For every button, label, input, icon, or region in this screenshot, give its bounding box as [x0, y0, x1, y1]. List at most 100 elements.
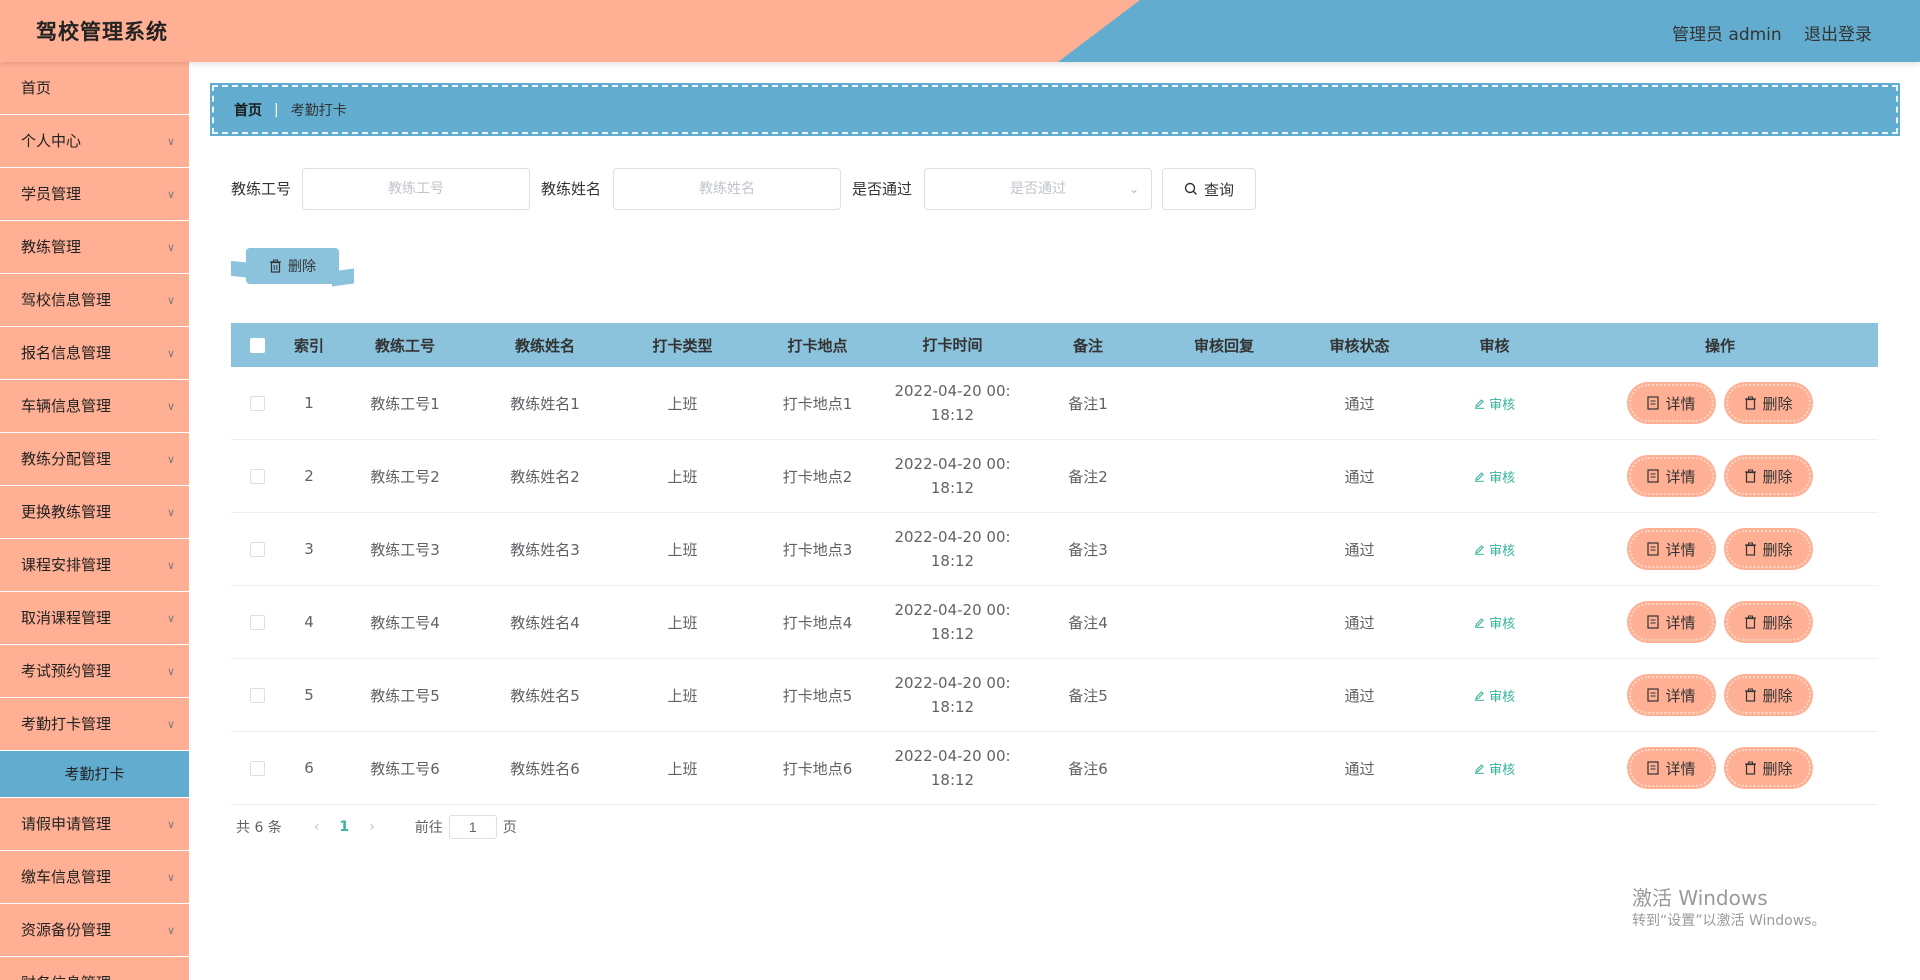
cell-index: 1: [304, 394, 314, 412]
detail-button[interactable]: 详情: [1629, 749, 1714, 787]
select-all-checkbox[interactable]: [249, 337, 265, 353]
row-checkbox[interactable]: [249, 541, 265, 557]
sidebar-item[interactable]: 资源备份管理 ∨: [0, 904, 189, 957]
sidebar-item[interactable]: 学员管理 ∨: [0, 168, 189, 221]
sidebar-item[interactable]: 缴车信息管理 ∨: [0, 851, 189, 904]
edit-icon: [1474, 544, 1485, 555]
sidebar-item[interactable]: 更换教练管理 ∨: [0, 486, 189, 539]
cell-punch-place: 打卡地点5: [782, 686, 853, 705]
passed-select[interactable]: 是否通过 ⌄: [924, 168, 1152, 210]
cell-audit-status: 通过: [1344, 467, 1375, 486]
table-body: 1 教练工号1 教练姓名1 上班 打卡地点1 2022-04-20 00: 18:12 备注1…: [231, 367, 1878, 805]
sidebar-item[interactable]: 报名信息管理 ∨: [0, 327, 189, 380]
sidebar-item[interactable]: 取消课程管理 ∨: [0, 592, 189, 645]
cell-punch-place: 打卡地点6: [782, 759, 853, 778]
header-coach-name: 教练姓名: [514, 336, 575, 355]
row-checkbox[interactable]: [249, 687, 265, 703]
delete-button[interactable]: 删除: [1725, 457, 1811, 495]
audit-link-label: 审核: [1489, 543, 1516, 559]
pagination-total: 共 6 条: [236, 820, 282, 836]
sidebar-item[interactable]: 课程安排管理 ∨: [0, 539, 189, 592]
chevron-right-icon[interactable]: ›: [369, 819, 375, 835]
chevron-down-icon: ∨: [167, 957, 175, 980]
detail-button[interactable]: 详情: [1629, 676, 1714, 714]
row-checkbox[interactable]: [249, 468, 265, 484]
pagination-page-current[interactable]: 1: [339, 819, 349, 835]
header-audit-status: 审核状态: [1329, 336, 1390, 355]
sidebar-item-label: 取消课程管理: [21, 609, 112, 627]
delete-button[interactable]: 删除: [1725, 749, 1811, 787]
sidebar-item[interactable]: 个人中心 ∨: [0, 115, 189, 168]
sidebar-item-label: 财务信息管理: [21, 974, 111, 980]
cell-audit-status: 通过: [1344, 686, 1375, 705]
sidebar-item-label: 考勤打卡管理: [21, 715, 112, 733]
audit-link[interactable]: 审核: [1474, 690, 1515, 705]
row-checkbox[interactable]: [249, 614, 265, 630]
audit-link[interactable]: 审核: [1474, 398, 1515, 413]
pagination-goto-label: 前往: [414, 820, 443, 836]
audit-link[interactable]: 审核: [1474, 763, 1515, 778]
cell-punch-time-date: 2022-04-20 00:: [894, 382, 1011, 400]
sidebar-item-label: 学员管理: [21, 185, 82, 203]
document-icon: [1647, 761, 1660, 775]
cell-punch-time: 2022-04-20 00: 18:12: [885, 452, 1020, 500]
cell-punch-time-date: 2022-04-20 00:: [894, 601, 1011, 619]
cell-remark: 备注5: [1068, 686, 1108, 705]
cell-audit-status: 通过: [1344, 613, 1375, 632]
audit-link-label: 审核: [1489, 689, 1516, 705]
sidebar-item[interactable]: 驾校信息管理 ∨: [0, 274, 189, 327]
top-header: 驾校管理系统 管理员 admin 退出登录: [0, 0, 1920, 62]
detail-button[interactable]: 详情: [1629, 603, 1714, 641]
detail-button[interactable]: 详情: [1629, 384, 1714, 422]
chevron-down-icon: ⌄: [1128, 182, 1139, 196]
sidebar-item[interactable]: 请假申请管理 ∨: [0, 798, 189, 851]
sidebar-subitem-attendance[interactable]: 考勤打卡: [0, 751, 189, 798]
delete-button[interactable]: 删除: [1725, 530, 1811, 568]
cell-audit-status: 通过: [1344, 540, 1375, 559]
pagination-goto-input[interactable]: [448, 815, 497, 839]
current-user-label: 管理员 admin: [1672, 25, 1782, 45]
sidebar-item[interactable]: 教练分配管理 ∨: [0, 433, 189, 486]
sidebar-item[interactable]: 考试预约管理 ∨: [0, 645, 189, 698]
sidebar-item-label: 更换教练管理: [21, 503, 112, 521]
cell-coach-no: 教练工号2: [370, 467, 440, 486]
row-select-cell: [231, 395, 283, 411]
chevron-down-icon: ∨: [166, 188, 175, 201]
audit-link[interactable]: 审核: [1474, 617, 1515, 632]
breadcrumb-home-link[interactable]: 首页: [234, 100, 262, 120]
delete-button[interactable]: 删除: [1725, 603, 1811, 641]
coach-name-input[interactable]: [613, 168, 841, 210]
sidebar-item[interactable]: 教练管理 ∨: [0, 221, 189, 274]
delete-button[interactable]: 删除: [1725, 676, 1811, 714]
table-row: 6 教练工号6 教练姓名6 上班 打卡地点6 2022-04-20 00: 18:12 备注6…: [231, 732, 1878, 805]
detail-button[interactable]: 详情: [1629, 457, 1714, 495]
sidebar-item[interactable]: 车辆信息管理 ∨: [0, 380, 189, 433]
audit-link[interactable]: 审核: [1474, 544, 1515, 559]
row-checkbox[interactable]: [249, 395, 265, 411]
select-all-cell: [231, 337, 283, 353]
coach-no-input[interactable]: [302, 168, 530, 210]
cell-actions: 详情 删除: [1562, 603, 1878, 641]
query-button[interactable]: 查询: [1162, 168, 1256, 210]
cell-audit: 审核: [1427, 613, 1562, 632]
row-checkbox[interactable]: [249, 760, 265, 776]
detail-button-label: 详情: [1665, 686, 1696, 705]
bulk-delete-button[interactable]: 删除: [246, 248, 339, 284]
trash-icon: [1744, 688, 1757, 702]
detail-button[interactable]: 详情: [1629, 530, 1714, 568]
trash-icon: [1744, 615, 1757, 629]
chevron-left-icon[interactable]: ‹: [314, 819, 320, 835]
sidebar-item[interactable]: 财务信息管理 ∨: [0, 957, 189, 980]
sidebar-item[interactable]: 首页: [0, 62, 189, 115]
row-select-cell: [231, 760, 283, 776]
audit-link[interactable]: 审核: [1474, 471, 1515, 486]
cell-punch-type: 上班: [667, 759, 698, 778]
delete-button[interactable]: 删除: [1725, 384, 1811, 422]
logout-button[interactable]: 退出登录: [1804, 20, 1872, 45]
chevron-down-icon: ∨: [166, 612, 175, 625]
cell-remark: 备注4: [1068, 613, 1108, 632]
cell-audit-status: 通过: [1344, 759, 1375, 778]
cell-coach-name: 教练姓名1: [510, 394, 580, 413]
sidebar-item[interactable]: 考勤打卡管理 ∨: [0, 698, 189, 751]
cell-punch-type: 上班: [667, 394, 698, 413]
